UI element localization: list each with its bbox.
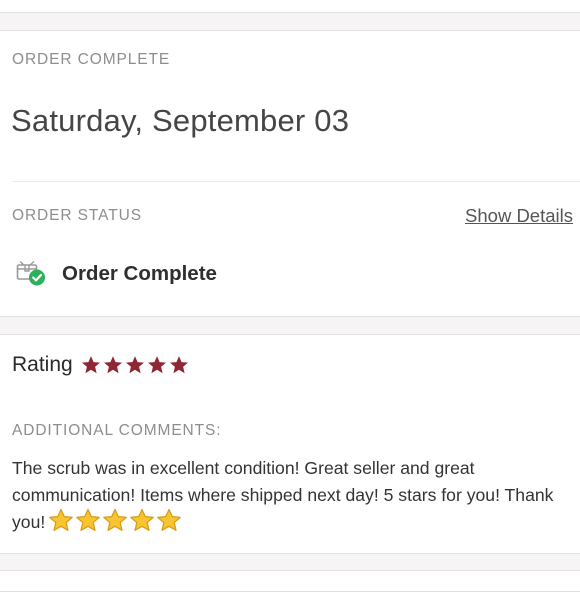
star-emoji-icon	[103, 508, 128, 531]
order-section-label: ORDER COMPLETE	[12, 51, 171, 68]
order-status-row: Order Complete	[16, 257, 217, 291]
rating-star-icon	[169, 356, 188, 374]
next-section-card	[0, 570, 580, 592]
rating-star-icon	[81, 356, 100, 374]
package-check-icon	[16, 261, 45, 286]
order-date: Saturday, September 03	[11, 103, 350, 138]
previous-section-card	[0, 0, 580, 13]
rating-stars	[81, 355, 191, 375]
order-status-label: ORDER STATUS	[12, 207, 142, 224]
star-emoji-icon	[157, 508, 182, 531]
star-emoji-icon	[76, 508, 101, 531]
divider	[12, 181, 580, 182]
rating-label: Rating	[12, 353, 73, 376]
star-emoji-icon	[130, 508, 155, 531]
show-details-link[interactable]: Show Details	[465, 205, 573, 227]
rating-star-icon	[147, 356, 166, 374]
order-summary-card: ORDER COMPLETE Saturday, September 03 OR…	[0, 30, 580, 317]
star-emoji-icon	[49, 508, 74, 531]
order-status-text: Order Complete	[62, 262, 217, 285]
rating-star-icon	[125, 356, 144, 374]
additional-comments-label: ADDITIONAL COMMENTS:	[12, 422, 222, 439]
rating-row: Rating	[12, 353, 191, 377]
rating-card: Rating ADDITIONAL COMMENTS: The scrub wa…	[0, 334, 580, 554]
rating-star-icon	[103, 356, 122, 374]
review-comment: The scrub was in excellent condition! Gr…	[12, 455, 568, 536]
emoji-stars	[48, 508, 183, 532]
